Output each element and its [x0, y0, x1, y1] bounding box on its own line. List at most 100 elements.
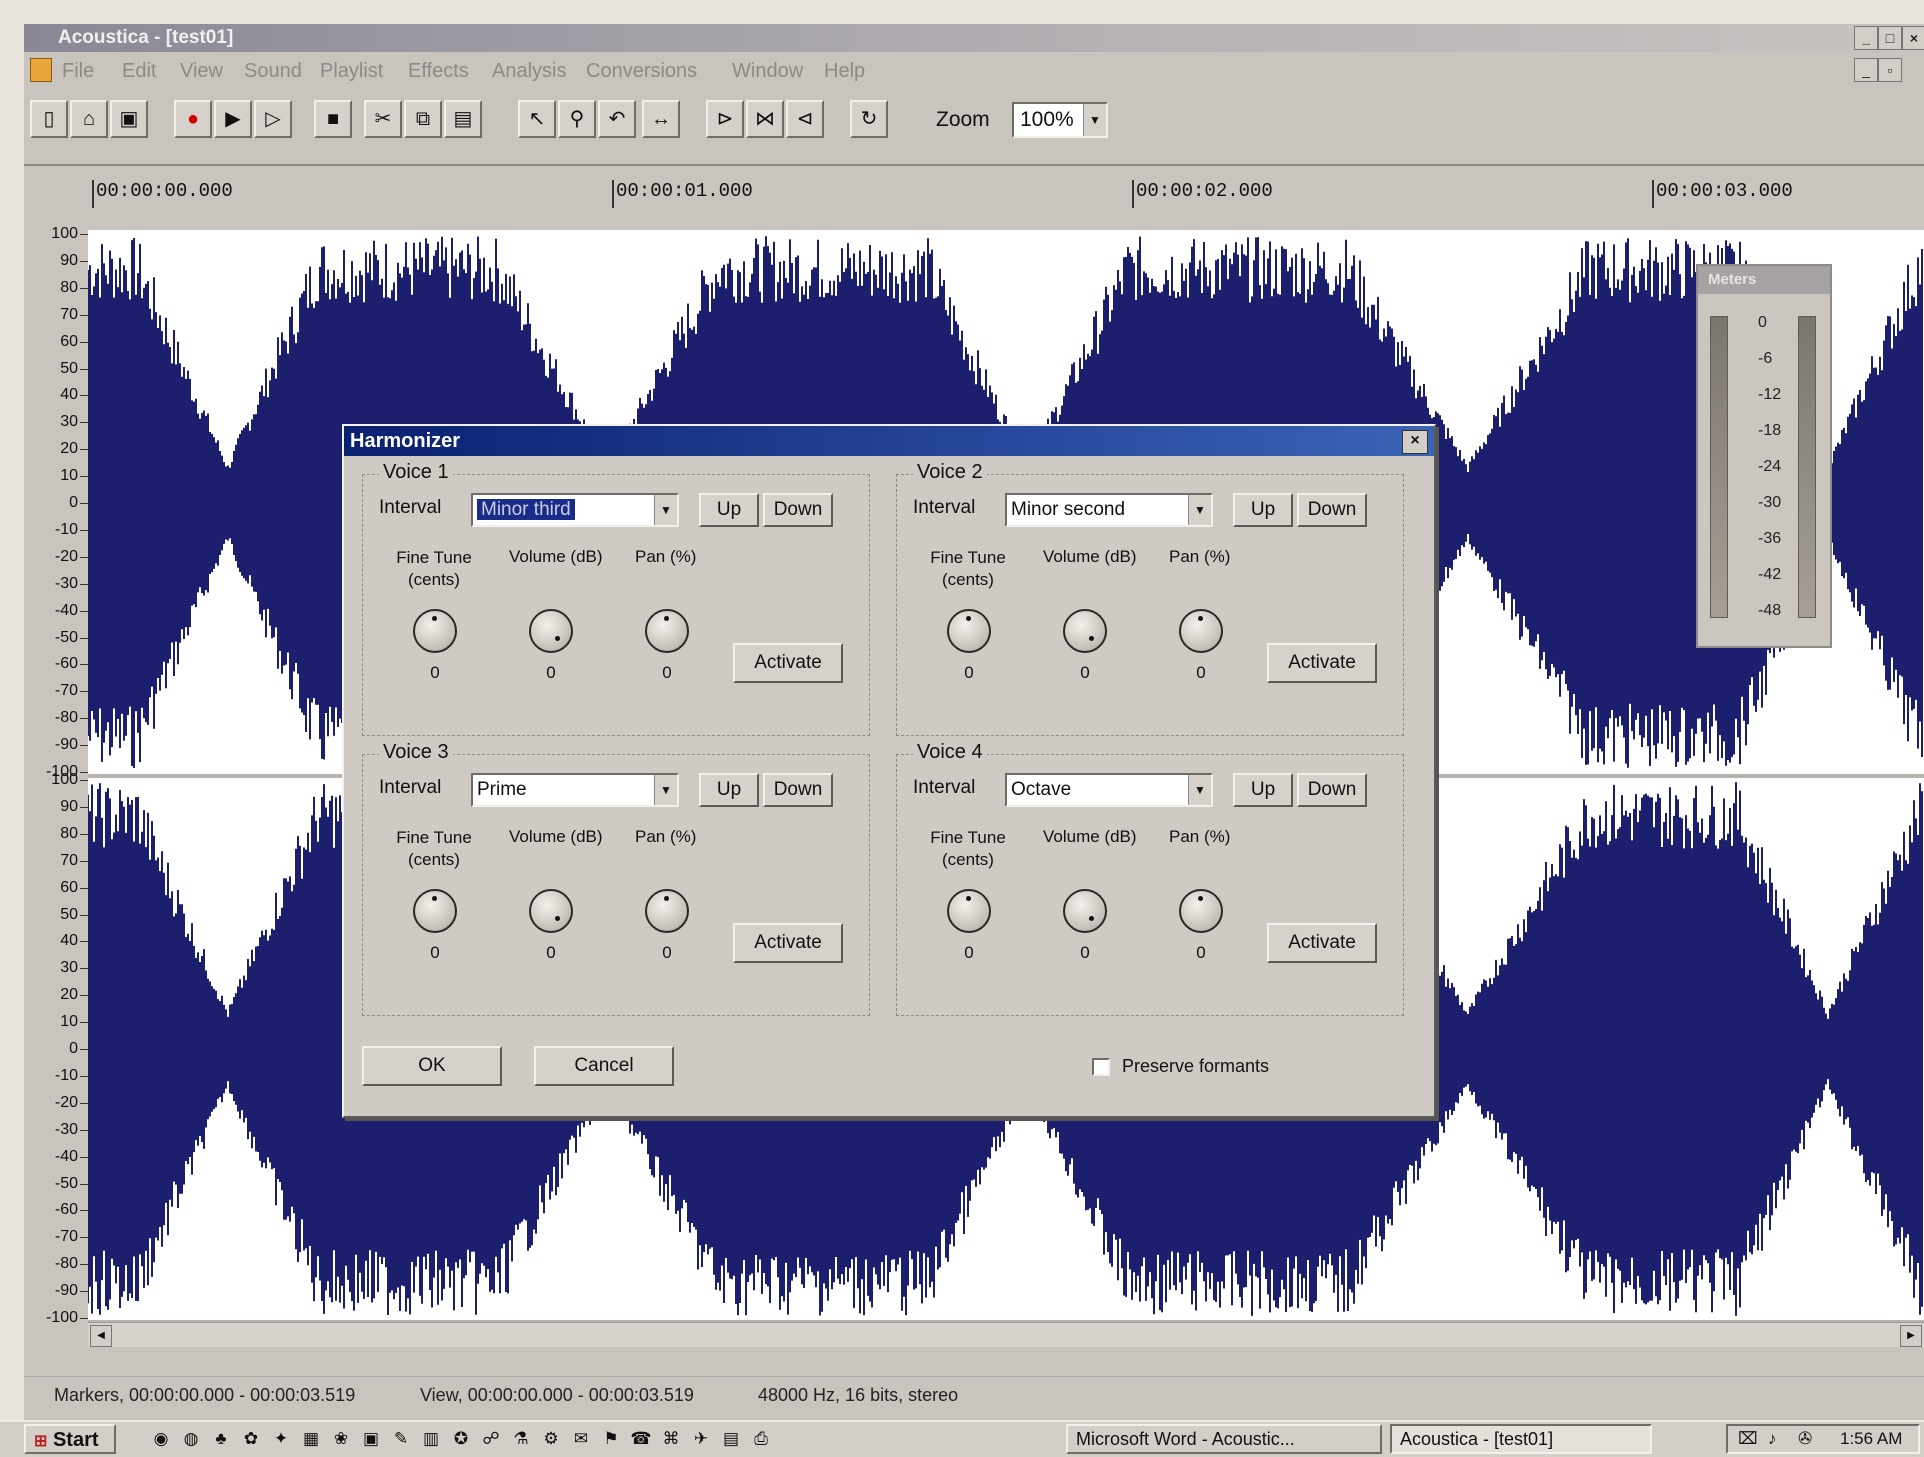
fine-tune-knob[interactable]	[413, 889, 457, 933]
dialog-title-bar[interactable]: Harmonizer ×	[344, 426, 1434, 456]
menu-view[interactable]: View	[180, 60, 223, 83]
title-bar[interactable]: Acoustica - [test01] _ □ ×	[24, 24, 1924, 52]
menu-help[interactable]: Help	[824, 60, 865, 83]
menu-edit[interactable]: Edit	[122, 60, 156, 83]
quicklaunch-icon[interactable]: ▤	[720, 1428, 742, 1450]
quicklaunch-icon[interactable]: ✉	[570, 1428, 592, 1450]
cancel-button[interactable]: Cancel	[534, 1046, 674, 1086]
fine-tune-knob[interactable]	[947, 889, 991, 933]
menu-effects[interactable]: Effects	[408, 60, 469, 83]
pan-knob[interactable]	[1179, 609, 1223, 653]
volume-knob[interactable]	[529, 889, 573, 933]
ok-button[interactable]: OK	[362, 1046, 502, 1086]
quicklaunch-icon[interactable]: ⌘	[660, 1428, 682, 1450]
activate-button[interactable]: Activate	[733, 923, 843, 963]
up-button[interactable]: Up	[1233, 493, 1293, 527]
tray-app-icon[interactable]: ✇	[1798, 1426, 1812, 1452]
zoom-select[interactable]: 100% ▼	[1012, 102, 1108, 138]
copy-icon[interactable]: ⧉	[404, 100, 442, 138]
down-button[interactable]: Down	[763, 493, 833, 527]
menu-window[interactable]: Window	[732, 60, 803, 83]
down-button[interactable]: Down	[763, 773, 833, 807]
save-icon[interactable]: ▣	[110, 100, 148, 138]
up-button[interactable]: Up	[1233, 773, 1293, 807]
new-icon[interactable]: ▯	[30, 100, 68, 138]
close-icon[interactable]: ×	[1402, 430, 1428, 454]
play-selection-icon[interactable]: ▷	[254, 100, 292, 138]
chevron-down-icon[interactable]: ▼	[1188, 495, 1211, 525]
quicklaunch-icon[interactable]: ◉	[150, 1428, 172, 1450]
close-button[interactable]: ×	[1902, 26, 1924, 50]
interval-select[interactable]: Octave ▼	[1005, 773, 1213, 807]
chevron-down-icon[interactable]: ▼	[1188, 775, 1211, 805]
quicklaunch-icon[interactable]: ⎙	[750, 1428, 772, 1450]
pan-knob[interactable]	[1179, 889, 1223, 933]
quicklaunch-icon[interactable]: ◍	[180, 1428, 202, 1450]
volume-icon[interactable]: ♪	[1768, 1426, 1777, 1452]
loop-icon[interactable]: ↻	[850, 100, 888, 138]
play-icon[interactable]: ▶	[214, 100, 252, 138]
expand-icon[interactable]: ↔	[642, 100, 680, 138]
quicklaunch-icon[interactable]: ⚙	[540, 1428, 562, 1450]
quicklaunch-icon[interactable]: ☎	[630, 1428, 652, 1450]
scroll-right-icon[interactable]: ▶	[1900, 1325, 1922, 1347]
quicklaunch-icon[interactable]: ✦	[270, 1428, 292, 1450]
fine-tune-knob[interactable]	[413, 609, 457, 653]
chevron-down-icon[interactable]: ▼	[654, 495, 677, 525]
menu-file[interactable]: File	[62, 60, 94, 83]
quicklaunch-icon[interactable]: ♣	[210, 1428, 232, 1450]
down-button[interactable]: Down	[1297, 493, 1367, 527]
next-marker-icon[interactable]: ⊲	[786, 100, 824, 138]
up-button[interactable]: Up	[699, 773, 759, 807]
quicklaunch-icon[interactable]: ✪	[450, 1428, 472, 1450]
horizontal-scrollbar[interactable]: ◀ ▶	[88, 1322, 1924, 1347]
start-button[interactable]: ⊞ Start	[24, 1424, 116, 1454]
interval-select[interactable]: Minor third ▼	[471, 493, 679, 527]
interval-select[interactable]: Prime ▼	[471, 773, 679, 807]
up-button[interactable]: Up	[699, 493, 759, 527]
network-icon[interactable]: ⌧	[1738, 1426, 1758, 1452]
pan-knob[interactable]	[645, 889, 689, 933]
undo-icon[interactable]: ↶	[598, 100, 636, 138]
minimize-button[interactable]: _	[1854, 26, 1878, 50]
menu-playlist[interactable]: Playlist	[320, 60, 383, 83]
task-word[interactable]: Microsoft Word - Acoustic...	[1066, 1424, 1382, 1454]
stop-icon[interactable]: ■	[314, 100, 352, 138]
quicklaunch-icon[interactable]: ▥	[420, 1428, 442, 1450]
cut-icon[interactable]: ✂	[364, 100, 402, 138]
menu-conversions[interactable]: Conversions	[586, 60, 697, 83]
timeline-ruler[interactable]: 00:00:00.000 00:00:01.000 00:00:02.000 0…	[24, 164, 1924, 224]
volume-knob[interactable]	[529, 609, 573, 653]
down-button[interactable]: Down	[1297, 773, 1367, 807]
open-icon[interactable]: ⌂	[70, 100, 108, 138]
preserve-formants-checkbox[interactable]	[1092, 1058, 1110, 1076]
activate-button[interactable]: Activate	[733, 643, 843, 683]
activate-button[interactable]: Activate	[1267, 643, 1377, 683]
doc-restore-button[interactable]: ▫	[1878, 58, 1902, 82]
volume-knob[interactable]	[1063, 889, 1107, 933]
paste-icon[interactable]: ▤	[444, 100, 482, 138]
quicklaunch-icon[interactable]: ▦	[300, 1428, 322, 1450]
activate-button[interactable]: Activate	[1267, 923, 1377, 963]
menu-sound[interactable]: Sound	[244, 60, 302, 83]
zoom-icon[interactable]: ⚲	[558, 100, 596, 138]
quicklaunch-icon[interactable]: ✿	[240, 1428, 262, 1450]
scroll-left-icon[interactable]: ◀	[90, 1325, 112, 1347]
pan-knob[interactable]	[645, 609, 689, 653]
marker-icon[interactable]: ⋈	[746, 100, 784, 138]
quicklaunch-icon[interactable]: ✈	[690, 1428, 712, 1450]
quicklaunch-icon[interactable]: ✎	[390, 1428, 412, 1450]
prev-marker-icon[interactable]: ⊳	[706, 100, 744, 138]
task-acoustica[interactable]: Acoustica - [test01]	[1390, 1424, 1652, 1454]
quicklaunch-icon[interactable]: ⚑	[600, 1428, 622, 1450]
interval-select[interactable]: Minor second ▼	[1005, 493, 1213, 527]
record-icon[interactable]: ●	[174, 100, 212, 138]
doc-minimize-button[interactable]: _	[1854, 58, 1878, 82]
quicklaunch-icon[interactable]: ⚗	[510, 1428, 532, 1450]
quicklaunch-icon[interactable]: ❀	[330, 1428, 352, 1450]
menu-analysis[interactable]: Analysis	[492, 60, 566, 83]
quicklaunch-icon[interactable]: ▣	[360, 1428, 382, 1450]
chevron-down-icon[interactable]: ▼	[654, 775, 677, 805]
select-icon[interactable]: ↖	[518, 100, 556, 138]
maximize-button[interactable]: □	[1878, 26, 1902, 50]
